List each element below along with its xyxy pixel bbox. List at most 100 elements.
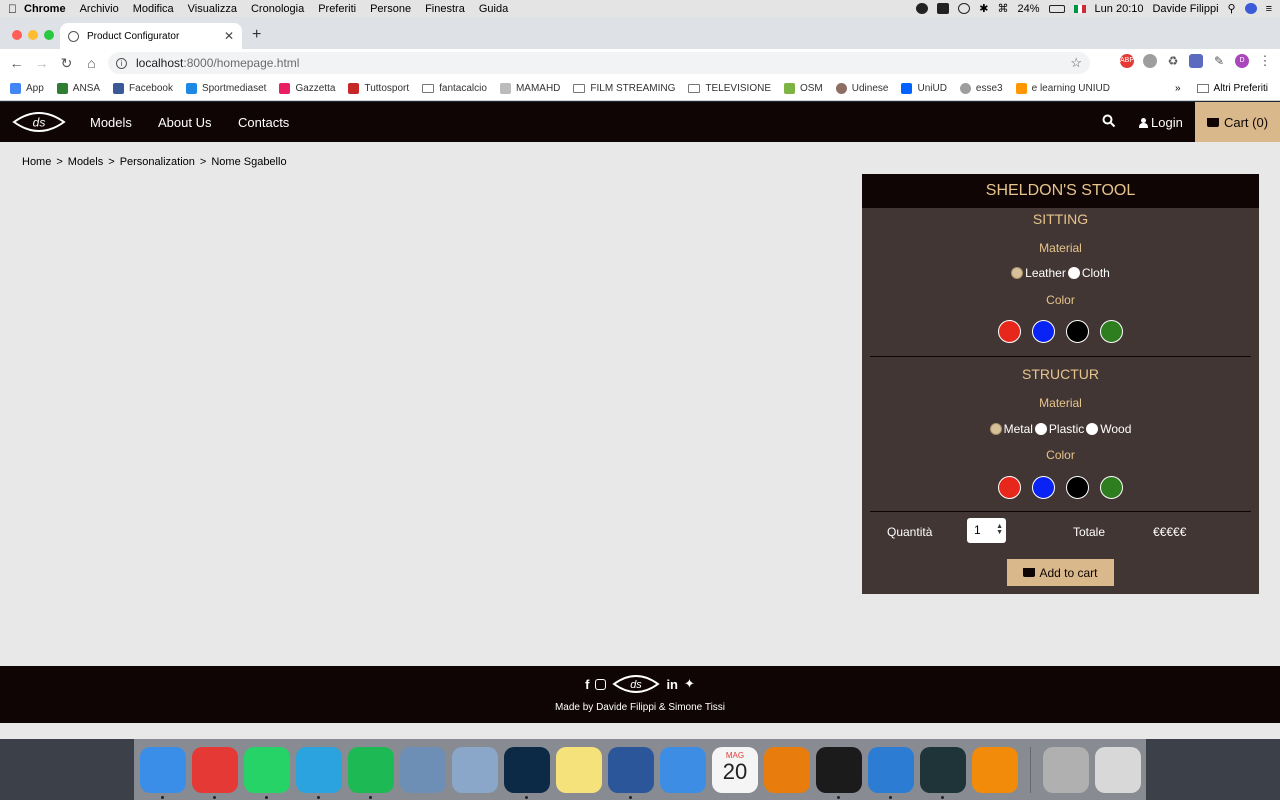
radio-dot-selected[interactable] <box>989 423 1002 435</box>
vscode-icon[interactable] <box>868 746 914 799</box>
bookmark-star-icon[interactable]: ☆ <box>1070 55 1082 71</box>
radio-dot-selected[interactable] <box>1011 267 1024 279</box>
pen-extension-icon[interactable]: ✎ <box>1212 54 1226 68</box>
bookmark-udinese[interactable]: Udinese <box>835 83 888 94</box>
calendar-icon[interactable]: MAG 20 <box>712 746 758 793</box>
breadcrumb-home[interactable]: Home <box>22 156 51 168</box>
more-bookmarks-chevron[interactable]: » <box>1175 83 1181 94</box>
menu-persone[interactable]: Persone <box>370 3 411 15</box>
swatch-blue[interactable] <box>1032 320 1055 343</box>
swatch-green[interactable] <box>1100 476 1123 499</box>
radio-metal[interactable]: Metal <box>989 422 1033 436</box>
menu-archivio[interactable]: Archivio <box>80 3 119 15</box>
radio-leather[interactable]: Leather <box>1011 266 1066 280</box>
swatch-blue[interactable] <box>1032 476 1055 499</box>
whatsapp-icon[interactable] <box>244 746 290 799</box>
extension-circle-icon[interactable] <box>1143 54 1157 68</box>
nav-models[interactable]: Models <box>90 115 132 130</box>
cart-button[interactable]: Cart (0) <box>1195 102 1280 142</box>
bookmark-ansa[interactable]: ANSA <box>56 83 100 94</box>
word-icon[interactable] <box>608 746 654 799</box>
trash-icon[interactable] <box>1095 746 1141 793</box>
window-close-button[interactable] <box>12 30 22 40</box>
bookmark-osm[interactable]: OSM <box>783 83 823 94</box>
notes-icon[interactable] <box>556 746 602 793</box>
new-tab-button[interactable]: + <box>252 26 261 44</box>
site-logo[interactable]: ds <box>12 108 66 136</box>
finder-icon[interactable] <box>140 746 186 799</box>
time-machine-icon[interactable] <box>958 3 971 14</box>
nav-about-us[interactable]: About Us <box>158 115 211 130</box>
gitkraken-icon[interactable] <box>920 746 966 799</box>
address-bar[interactable]: i localhost:8000/homepage.html ☆ <box>108 52 1090 74</box>
home-icon[interactable]: ⌂ <box>79 55 104 71</box>
radio-dot[interactable] <box>1034 423 1047 435</box>
forward-arrow-icon[interactable]: → <box>29 55 54 71</box>
swatch-black[interactable] <box>1066 320 1089 343</box>
bookmark-app[interactable]: App <box>10 83 44 94</box>
photoshop-icon[interactable] <box>504 746 550 799</box>
terminal-icon[interactable] <box>816 746 862 799</box>
chrome-icon[interactable] <box>192 746 238 799</box>
bookmark-facebook[interactable]: Facebook <box>113 83 173 94</box>
radio-dot[interactable] <box>1067 267 1080 279</box>
menu-clock[interactable]: Lun 20:10 <box>1095 3 1144 15</box>
swatch-red[interactable] <box>998 476 1021 499</box>
bookmark-sportmediaset[interactable]: Sportmediaset <box>185 83 266 94</box>
radio-cloth[interactable]: Cloth <box>1067 266 1110 280</box>
battery-icon[interactable] <box>1048 4 1065 13</box>
bookmark-uniud[interactable]: UniUD <box>901 83 947 94</box>
dropbox-tray-icon[interactable] <box>937 3 950 14</box>
swatch-green[interactable] <box>1100 320 1123 343</box>
nav-contacts[interactable]: Contacts <box>238 115 289 130</box>
bookmark-gazzetta[interactable]: Gazzetta <box>279 83 335 94</box>
input-source-flag-icon[interactable] <box>1073 4 1086 13</box>
add-to-cart-button[interactable]: Add to cart <box>1007 559 1114 586</box>
instagram-icon[interactable] <box>595 678 607 690</box>
menu-visualizza[interactable]: Visualizza <box>188 3 237 15</box>
twitter-icon[interactable]: ✦ <box>684 676 695 692</box>
wifi-icon[interactable]: ⌘ <box>998 2 1009 15</box>
send-icon[interactable] <box>916 3 929 14</box>
bookmark-tuttosport[interactable]: Tuttosport <box>348 83 409 94</box>
photo-booth-icon[interactable] <box>1043 746 1089 793</box>
mail-icon[interactable] <box>400 746 446 793</box>
recycle-extension-icon[interactable]: ♻ <box>1166 54 1180 68</box>
spotify-icon[interactable] <box>348 746 394 799</box>
site-info-icon[interactable]: i <box>116 57 127 69</box>
apple-menu-icon[interactable]:  <box>8 2 24 16</box>
extension-squares-icon[interactable] <box>1189 54 1203 68</box>
linkedin-icon[interactable]: in <box>666 677 678 692</box>
bookmark-folder-televisione[interactable]: TELEVISIONE <box>688 83 771 94</box>
menu-finestra[interactable]: Finestra <box>425 3 465 15</box>
swatch-black[interactable] <box>1066 476 1089 499</box>
search-icon[interactable] <box>1102 114 1116 128</box>
other-bookmarks[interactable]: Altri Preferiti <box>1214 83 1268 94</box>
profile-avatar[interactable]: D <box>1235 54 1249 68</box>
bookmark-folder-film-streaming[interactable]: FILM STREAMING <box>573 83 675 94</box>
menu-guida[interactable]: Guida <box>479 3 508 15</box>
menu-cronologia[interactable]: Cronologia <box>251 3 304 15</box>
breadcrumb-models[interactable]: Models <box>68 156 103 168</box>
preview-icon[interactable] <box>452 746 498 793</box>
blender-icon[interactable] <box>764 746 810 793</box>
bookmark-mamahd[interactable]: MAMAHD <box>499 83 560 94</box>
bookmark-elearning-uniud[interactable]: e learning UNIUD <box>1015 83 1110 94</box>
swatch-red[interactable] <box>998 320 1021 343</box>
chrome-menu-icon[interactable]: ⋮ <box>1258 54 1272 68</box>
vlc-icon[interactable] <box>972 746 1018 793</box>
battery-percent[interactable]: 24% <box>1018 3 1040 15</box>
quantity-stepper[interactable]: 1 ▲ ▼ <box>967 518 1006 543</box>
adblock-plus-icon[interactable]: ABP <box>1120 54 1134 68</box>
browser-tab-active[interactable]: Product Configurator ✕ <box>60 23 242 49</box>
tab-close-icon[interactable]: ✕ <box>224 29 234 43</box>
footer-logo[interactable]: ds <box>612 671 661 697</box>
bluetooth-icon[interactable]: ✱ <box>979 2 988 15</box>
menu-modifica[interactable]: Modifica <box>133 3 174 15</box>
reload-icon[interactable]: ↻ <box>54 55 79 72</box>
stepper-arrows-icon[interactable]: ▲ ▼ <box>996 523 1003 536</box>
spotlight-search-icon[interactable]: ⚲ <box>1228 2 1236 15</box>
window-zoom-button[interactable] <box>44 30 54 40</box>
login-link[interactable]: Login <box>1139 115 1183 130</box>
radio-wood[interactable]: Wood <box>1086 422 1131 436</box>
